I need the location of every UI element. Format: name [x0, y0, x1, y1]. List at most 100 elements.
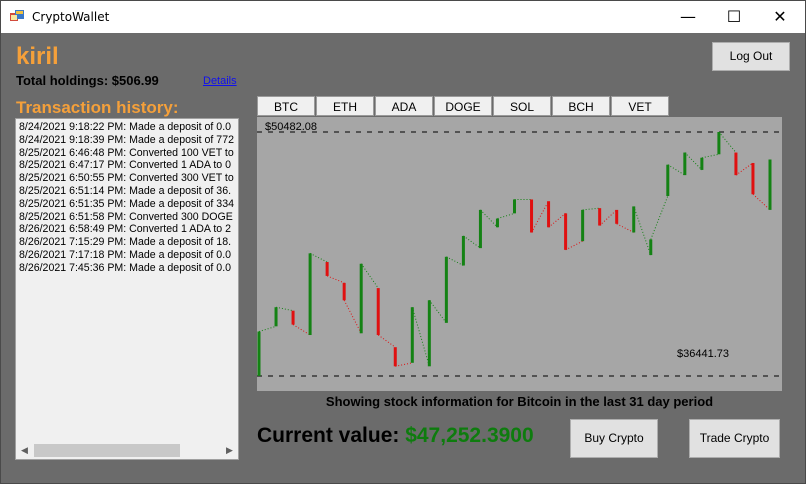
candle — [683, 152, 687, 176]
app-window: CryptoWallet — ☐ ✕ kiril Total holdings:… — [0, 0, 806, 484]
logout-button[interactable]: Log Out — [712, 42, 790, 71]
tab-bch[interactable]: BCH — [552, 96, 610, 116]
close-button[interactable]: ✕ — [757, 1, 803, 33]
trend-connector — [701, 153, 719, 159]
transaction-item[interactable]: 8/24/2021 9:18:39 PM: Made a deposit of … — [19, 134, 238, 147]
transaction-item[interactable]: 8/25/2021 6:47:17 PM: Converted 1 ADA to… — [19, 159, 238, 172]
transaction-item[interactable]: 8/26/2021 7:15:29 PM: Made a deposit of … — [19, 236, 238, 249]
transaction-history-list[interactable]: 8/24/2021 9:18:22 PM: Made a deposit of … — [15, 118, 239, 460]
transaction-item[interactable]: 8/26/2021 6:58:49 PM: Converted 1 ADA to… — [19, 223, 238, 236]
candle — [530, 199, 534, 233]
candle — [495, 218, 499, 228]
horizontal-scrollbar[interactable]: ◀ ▶ — [16, 442, 238, 459]
details-link[interactable]: Details — [203, 75, 237, 87]
trend-connector — [411, 307, 430, 367]
trend-connector — [684, 152, 703, 171]
trend-connector — [497, 212, 515, 220]
trend-connector — [752, 193, 771, 211]
trade-crypto-button[interactable]: Trade Crypto — [689, 419, 780, 458]
transaction-item[interactable]: 8/26/2021 7:17:18 PM: Made a deposit of … — [19, 249, 238, 262]
chart-caption: Showing stock information for Bitcoin in… — [325, 394, 714, 409]
window-title: CryptoWallet — [32, 10, 110, 24]
candle — [427, 300, 431, 367]
transaction-items: 8/24/2021 9:18:22 PM: Made a deposit of … — [19, 121, 238, 275]
trend-connector — [565, 240, 583, 251]
candle — [393, 347, 397, 367]
transaction-item[interactable]: 8/25/2021 6:51:14 PM: Made a deposit of … — [19, 185, 238, 198]
trend-connector — [599, 209, 618, 226]
trend-connector — [650, 195, 669, 240]
candle — [649, 239, 653, 256]
scrollbar-thumb[interactable] — [34, 444, 180, 457]
candle — [717, 132, 721, 155]
transaction-item[interactable]: 8/25/2021 6:51:58 PM: Converted 300 DOGE — [19, 211, 238, 224]
tab-doge[interactable]: DOGE — [434, 96, 492, 116]
trend-connector — [292, 324, 311, 336]
price-chart: $50482.08 $36441.73 — [257, 117, 782, 391]
candle — [359, 263, 363, 334]
app-icon — [10, 10, 24, 21]
tab-sol[interactable]: SOL — [493, 96, 551, 116]
tab-btc[interactable]: BTC — [257, 96, 315, 116]
transaction-item[interactable]: 8/25/2021 6:46:48 PM: Converted 100 VET … — [19, 147, 238, 160]
buy-crypto-button[interactable]: Buy Crypto — [570, 419, 658, 458]
candle — [751, 162, 755, 195]
scroll-left-icon[interactable]: ◀ — [16, 442, 33, 459]
trend-connector — [633, 206, 652, 256]
candle — [564, 213, 568, 250]
trend-connector — [667, 164, 686, 176]
candle — [700, 157, 704, 170]
candle — [547, 201, 551, 228]
trend-connector — [616, 223, 634, 233]
trend-connector — [463, 235, 481, 249]
trend-connector — [377, 334, 396, 348]
current-value-label: Current value: — [257, 424, 406, 447]
trend-connector — [258, 325, 277, 333]
trend-connector — [428, 299, 447, 324]
candle — [478, 209, 482, 249]
trend-connector — [548, 212, 566, 228]
transaction-item[interactable]: 8/25/2021 6:50:55 PM: Converted 300 VET … — [19, 172, 238, 185]
candle — [444, 256, 448, 323]
candle — [410, 307, 414, 363]
username-label: kiril — [16, 43, 59, 70]
candle — [666, 164, 670, 196]
tab-vet[interactable]: VET — [611, 96, 669, 116]
trend-connector — [275, 306, 294, 312]
candle — [274, 307, 278, 327]
candle — [291, 310, 295, 325]
current-value-display: Current value: $47,252.3900 — [257, 424, 534, 448]
candle — [768, 159, 772, 210]
candle — [581, 209, 585, 242]
maximize-button[interactable]: ☐ — [711, 1, 757, 33]
candle — [308, 253, 312, 336]
transaction-history-title: Transaction history: — [16, 98, 179, 117]
candle — [513, 199, 516, 214]
trend-connector — [735, 162, 754, 176]
current-value-amount: $47,252.3900 — [405, 424, 534, 447]
minimize-button[interactable]: — — [665, 1, 711, 33]
candle — [615, 209, 619, 224]
candle — [632, 206, 636, 233]
trend-connector — [480, 209, 498, 228]
low-price-label: $36441.73 — [677, 348, 729, 360]
candle — [376, 288, 380, 336]
trend-connector — [360, 263, 379, 289]
total-holdings-label: Total holdings: $506.99 — [16, 73, 159, 88]
trend-connector — [309, 252, 328, 263]
candle — [598, 208, 602, 226]
tab-ada[interactable]: ADA — [375, 96, 433, 116]
candle — [734, 152, 738, 176]
transaction-item[interactable]: 8/25/2021 6:51:35 PM: Made a deposit of … — [19, 198, 238, 211]
scroll-right-icon[interactable]: ▶ — [221, 442, 238, 459]
candle — [342, 282, 346, 301]
trend-connector — [326, 275, 345, 284]
transaction-item[interactable]: 8/26/2021 7:45:36 PM: Made a deposit of … — [19, 262, 238, 275]
high-price-label: $50482.08 — [265, 121, 317, 133]
candle — [257, 331, 261, 377]
trend-connector — [531, 200, 550, 233]
trend-connector — [395, 362, 413, 367]
tab-eth[interactable]: ETH — [316, 96, 374, 116]
candle — [461, 235, 465, 266]
transaction-item[interactable]: 8/24/2021 9:18:22 PM: Made a deposit of … — [19, 121, 238, 134]
